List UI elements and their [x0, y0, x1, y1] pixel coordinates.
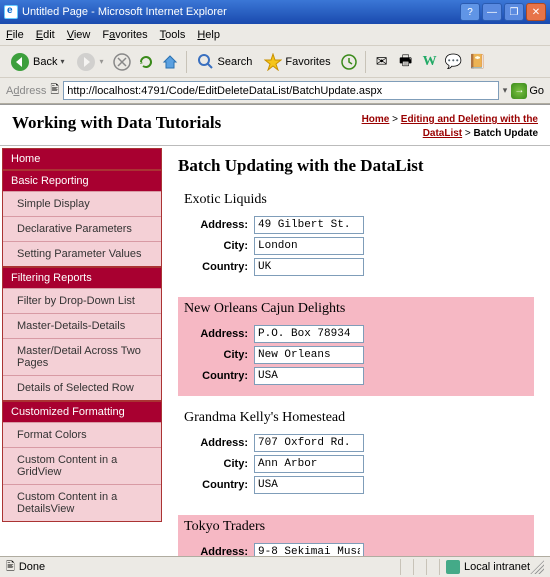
close-button[interactable]: ✕ — [526, 3, 546, 21]
address-label: Address: — [184, 437, 248, 449]
zone-icon — [446, 560, 460, 574]
supplier-block: New Orleans Cajun Delights Address: City: C… — [178, 297, 534, 396]
menu-tools[interactable]: Tools — [160, 29, 186, 41]
menu-bar: File Edit View Favorites Tools Help — [0, 24, 550, 46]
print-button[interactable]: 🖶 — [396, 52, 416, 72]
history-button[interactable] — [339, 52, 359, 72]
page-icon: 🖹 — [50, 81, 59, 100]
country-input[interactable] — [254, 367, 364, 385]
country-input[interactable] — [254, 476, 364, 494]
country-label: Country: — [184, 261, 248, 273]
status-text: Done — [19, 561, 45, 573]
nav-item-2-1[interactable]: Custom Content in a GridView — [3, 447, 161, 484]
done-icon: 🖹 — [6, 558, 15, 577]
supplier-name: Exotic Liquids — [184, 192, 528, 208]
country-label: Country: — [184, 479, 248, 491]
country-label: Country: — [184, 370, 248, 382]
edit-button[interactable]: W — [420, 52, 440, 72]
address-input[interactable] — [63, 81, 499, 100]
nav-item-1-3[interactable]: Details of Selected Row — [3, 375, 161, 400]
back-button[interactable]: Back ▾ — [6, 50, 68, 74]
nav-item-1-2[interactable]: Master/Detail Across Two Pages — [3, 338, 161, 375]
go-button[interactable]: → Go — [511, 83, 544, 99]
toolbar: Back ▾ ▾ Search Favorites ✉ 🖶 W 💬 📔 — [0, 46, 550, 78]
address-input[interactable] — [254, 325, 364, 343]
city-input[interactable] — [254, 455, 364, 473]
favorites-label: Favorites — [285, 56, 330, 68]
site-title: Working with Data Tutorials — [12, 113, 221, 133]
go-label: Go — [529, 85, 544, 97]
search-button[interactable]: Search — [193, 51, 257, 73]
forward-button: ▾ — [72, 50, 107, 74]
resize-grip[interactable] — [530, 560, 544, 574]
nav-item-1-0[interactable]: Filter by Drop-Down List — [3, 288, 161, 313]
address-bar: Address 🖹 ▾ → Go — [0, 78, 550, 104]
forward-icon — [76, 52, 96, 72]
star-icon — [264, 53, 282, 71]
menu-edit[interactable]: Edit — [36, 29, 55, 41]
nav-group-0[interactable]: Basic Reporting — [3, 171, 161, 191]
menu-help[interactable]: Help — [197, 29, 220, 41]
supplier-name: New Orleans Cajun Delights — [184, 301, 528, 317]
go-icon: → — [511, 83, 527, 99]
menu-file[interactable]: File — [6, 29, 24, 41]
nav-item-2-2[interactable]: Custom Content in a DetailsView — [3, 484, 161, 521]
city-label: City: — [184, 349, 248, 361]
nav-item-2-0[interactable]: Format Colors — [3, 422, 161, 447]
city-label: City: — [184, 458, 248, 470]
supplier-name: Grandma Kelly's Homestead — [184, 410, 528, 426]
breadcrumb-home[interactable]: Home — [362, 114, 390, 125]
search-label: Search — [218, 56, 253, 68]
discuss-button[interactable]: 💬 — [444, 52, 464, 72]
address-label: Address: — [184, 219, 248, 231]
city-label: City: — [184, 240, 248, 252]
mail-button[interactable]: ✉ — [372, 52, 392, 72]
zone-text: Local intranet — [464, 561, 530, 573]
address-input[interactable] — [254, 434, 364, 452]
breadcrumb-current: Batch Update — [474, 128, 538, 139]
address-label: Address — [6, 85, 46, 97]
research-button[interactable]: 📔 — [468, 52, 488, 72]
minimize-button[interactable]: — — [482, 3, 502, 21]
breadcrumb: Home > Editing and Deleting with the Dat… — [338, 113, 538, 141]
nav-item-0-2[interactable]: Setting Parameter Values — [3, 241, 161, 266]
address-input[interactable] — [254, 543, 364, 556]
main-content: Batch Updating with the DataList Exotic … — [162, 146, 550, 556]
home-button[interactable] — [160, 52, 180, 72]
stop-button[interactable] — [112, 52, 132, 72]
nav-item-1-1[interactable]: Master-Details-Details — [3, 313, 161, 338]
refresh-button[interactable] — [136, 52, 156, 72]
maximize-button[interactable]: ❐ — [504, 3, 524, 21]
supplier-block: Grandma Kelly's Homestead Address: City: Co… — [178, 406, 534, 505]
supplier-name: Tokyo Traders — [184, 519, 528, 535]
supplier-block: Exotic Liquids Address: City: Country: — [178, 188, 534, 287]
status-bar: 🖹 Done Local intranet — [0, 556, 550, 577]
back-icon — [10, 52, 30, 72]
address-dropdown[interactable]: ▾ — [503, 85, 508, 96]
address-label: Address: — [184, 328, 248, 340]
page-header: Working with Data Tutorials Home > Editi… — [0, 105, 550, 146]
city-input[interactable] — [254, 346, 364, 364]
window-title: Untitled Page - Microsoft Internet Explo… — [22, 6, 227, 18]
ie-icon — [4, 5, 18, 19]
nav-item-0-0[interactable]: Simple Display — [3, 191, 161, 216]
menu-view[interactable]: View — [67, 29, 91, 41]
nav-group-2[interactable]: Customized Formatting — [3, 402, 161, 422]
nav-home[interactable]: Home — [3, 149, 161, 169]
country-input[interactable] — [254, 258, 364, 276]
menu-favorites[interactable]: Favorites — [102, 29, 147, 41]
search-icon — [197, 53, 215, 71]
window-titlebar: Untitled Page - Microsoft Internet Explo… — [0, 0, 550, 24]
page-heading: Batch Updating with the DataList — [178, 156, 534, 176]
help-button[interactable]: ? — [460, 3, 480, 21]
supplier-block: Tokyo TradersAddress:City:Country: — [178, 515, 534, 556]
nav-group-1[interactable]: Filtering Reports — [3, 268, 161, 288]
city-input[interactable] — [254, 237, 364, 255]
nav-item-0-1[interactable]: Declarative Parameters — [3, 216, 161, 241]
back-label: Back — [33, 56, 57, 68]
sidebar: Home Basic ReportingSimple DisplayDeclar… — [0, 146, 162, 556]
favorites-button[interactable]: Favorites — [260, 51, 334, 73]
address-input[interactable] — [254, 216, 364, 234]
